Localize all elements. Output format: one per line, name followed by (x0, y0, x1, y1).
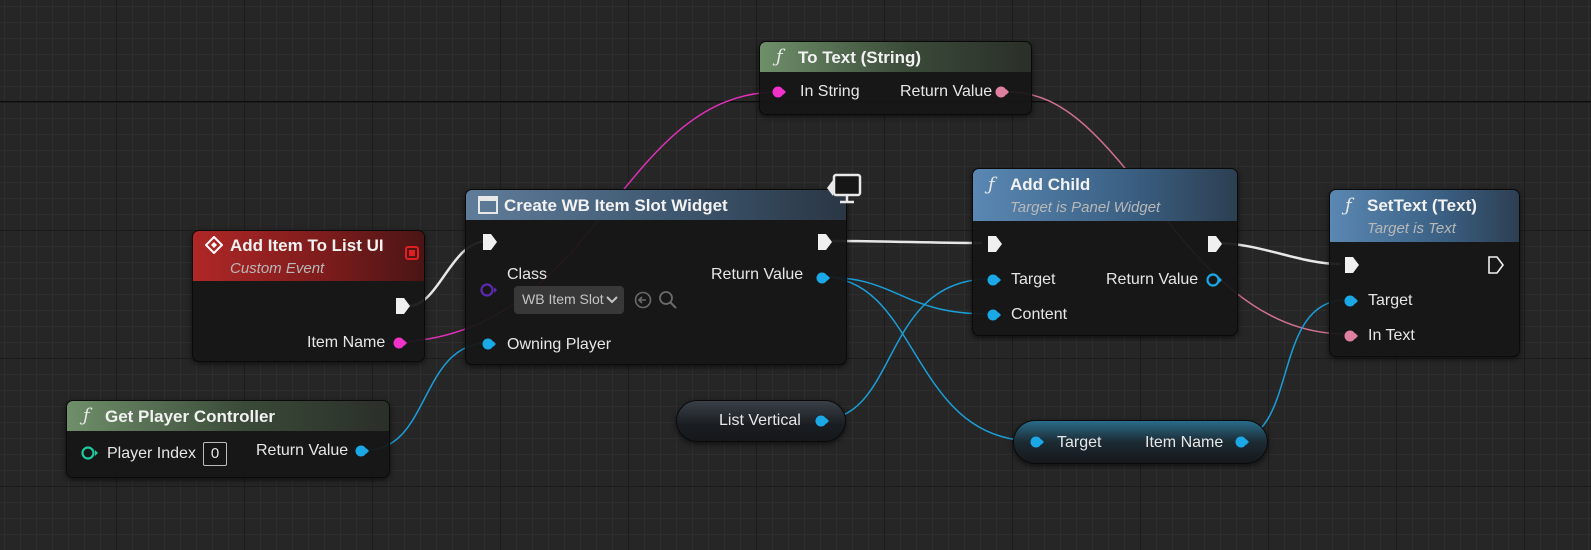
pin-label-in-string: In String (800, 83, 860, 100)
int-pin-empty-icon[interactable] (81, 446, 99, 460)
pin-label-item-name: Item Name (307, 334, 386, 351)
object-pin-icon[interactable] (815, 415, 829, 427)
pin-label-return-value: Return Value (1106, 271, 1199, 288)
class-dropdown-value: WB Item Slot (522, 291, 604, 307)
object-pin-icon[interactable] (816, 272, 830, 284)
node-add-child[interactable]: ƒ Add Child Target is Panel Widget Targe… (972, 168, 1238, 336)
object-pin-icon[interactable] (355, 445, 369, 457)
pin-label-target: Target (1057, 434, 1102, 451)
function-icon: ƒ (776, 46, 783, 67)
pin-label-owning-player: Owning Player (507, 336, 612, 353)
object-pin-icon[interactable] (1344, 295, 1358, 307)
delegate-pin-icon[interactable] (405, 246, 419, 260)
pin-label-target: Target (1368, 292, 1413, 309)
node-title: Add Item To List UI (230, 236, 384, 255)
object-pin-icon[interactable] (1030, 436, 1044, 448)
node-subtitle: Target is Text (1367, 220, 1456, 237)
text-pin-icon[interactable] (1344, 330, 1358, 342)
pin-label-item-name: Item Name (1145, 434, 1224, 451)
function-icon: ƒ (1345, 195, 1352, 216)
function-icon: ƒ (988, 174, 995, 195)
node-title: Get Player Controller (105, 407, 276, 426)
chevron-down-icon (606, 296, 618, 304)
exec-in-pin-icon[interactable] (482, 233, 498, 251)
pin-label-in-text: In Text (1368, 327, 1415, 344)
object-pin-empty-icon[interactable] (1206, 273, 1222, 287)
exec-out-pin-icon[interactable] (817, 233, 833, 251)
exec-out-pin-icon[interactable] (395, 297, 411, 315)
text-pin-icon[interactable] (995, 86, 1009, 98)
node-add-item-to-list-ui[interactable]: Add Item To List UI Custom Event Item Na… (192, 230, 425, 362)
variable-label: List Vertical (719, 412, 801, 429)
object-pin-icon[interactable] (482, 338, 496, 350)
node-item-name-getter[interactable]: Target Item Name (1013, 420, 1268, 464)
node-list-vertical-getter[interactable]: List Vertical (676, 400, 846, 442)
pin-label-return-value: Return Value (900, 83, 993, 100)
string-pin-icon[interactable] (393, 337, 407, 349)
widget-icon (478, 196, 498, 214)
pin-label-target: Target (1011, 271, 1056, 288)
node-subtitle: Target is Panel Widget (1010, 199, 1161, 216)
pin-label-return-value: Return Value (711, 266, 804, 283)
exec-in-pin-icon[interactable] (1344, 256, 1360, 274)
function-icon: ƒ (83, 405, 90, 426)
class-pin-icon[interactable] (480, 283, 498, 297)
pin-label-content: Content (1011, 306, 1068, 323)
node-title: Create WB Item Slot Widget (504, 196, 728, 215)
exec-out-pin-icon[interactable] (1207, 235, 1223, 253)
node-subtitle: Custom Event (230, 260, 325, 277)
pin-label-player-index: Player Index (107, 445, 196, 462)
monitor-icon (827, 173, 862, 204)
node-title: To Text (String) (798, 48, 922, 67)
pin-label-class: Class (507, 266, 548, 283)
object-pin-icon[interactable] (987, 274, 1001, 286)
node-get-player-controller[interactable]: ƒ Get Player Controller Player Index 0 R… (66, 400, 390, 478)
search-icon[interactable] (658, 290, 678, 310)
player-index-input[interactable]: 0 (203, 442, 227, 466)
browse-arrow-icon[interactable] (634, 291, 652, 309)
string-pin-icon[interactable] (772, 86, 786, 98)
pin-label-return-value: Return Value (256, 442, 349, 459)
object-pin-icon[interactable] (1235, 436, 1249, 448)
class-dropdown[interactable]: WB Item Slot (514, 286, 624, 314)
exec-in-pin-icon[interactable] (987, 235, 1003, 253)
node-set-text[interactable]: ƒ SetText (Text) Target is Text Target I… (1329, 189, 1520, 357)
node-title: Add Child (1010, 175, 1091, 194)
node-create-widget[interactable]: Create WB Item Slot Widget Class WB Item… (465, 189, 847, 365)
object-pin-icon[interactable] (987, 309, 1001, 321)
exec-out-pin-empty-icon[interactable] (1488, 256, 1504, 274)
event-diamond-icon (205, 236, 223, 254)
node-title: SetText (Text) (1367, 196, 1477, 215)
exec-wire-create-to-addchild (829, 239, 983, 245)
node-to-text-string[interactable]: ƒ To Text (String) In String Return Valu… (759, 41, 1032, 115)
